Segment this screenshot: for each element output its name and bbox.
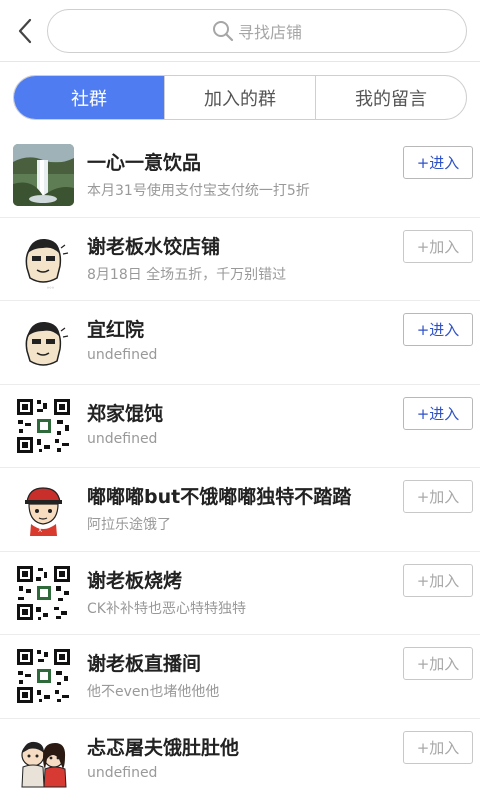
tab-my-messages[interactable]: 我的留言 — [315, 76, 466, 119]
search-input[interactable]: 寻找店铺 — [47, 9, 467, 53]
group-description: 本月31号使用支付宝支付统一打5折 — [87, 183, 310, 199]
join-button[interactable]: +加入 — [403, 480, 473, 513]
group-name: 谢老板烧烤 — [87, 569, 183, 592]
svg-text:X: X — [38, 527, 42, 534]
tab-community[interactable]: 社群 — [14, 76, 164, 119]
group-row[interactable]: 郑家馄饨 undefined +进入 — [0, 385, 480, 468]
enter-button[interactable]: +进入 — [403, 313, 473, 346]
group-row[interactable]: 谢老板烧烤 CK补补特也恶心特特独特 +加入 — [0, 552, 480, 635]
qr-code-avatar — [13, 561, 74, 624]
group-description: undefined — [87, 347, 158, 363]
group-description: 他不even也堵他他他 — [87, 684, 220, 700]
cartoon-couple-avatar — [13, 728, 74, 791]
enter-button[interactable]: +进入 — [403, 146, 473, 179]
tab-joined-groups[interactable]: 加入的群 — [164, 76, 315, 119]
group-description: 阿拉乐途饿了 — [87, 517, 171, 533]
cartoon-cap-avatar: X — [13, 478, 74, 540]
group-description: undefined — [87, 764, 158, 781]
tab-bar: 社群 加入的群 我的留言 — [13, 75, 467, 120]
group-name: 一心一意饮品 — [87, 152, 202, 174]
group-description: CK补补特也恶心特特独特 — [87, 600, 246, 617]
search-icon — [212, 21, 234, 42]
qr-code-avatar — [13, 394, 74, 457]
group-name: 郑家馄饨 — [87, 402, 164, 425]
join-button[interactable]: +加入 — [403, 730, 473, 764]
group-row[interactable]: 宜红院 undefined +进入 — [0, 301, 480, 385]
group-description: 8月18日 全场五折，千万别错过 — [87, 266, 287, 283]
cartoon-face-avatar: 。。。 — [13, 227, 74, 290]
svg-text:。。。: 。。。 — [47, 284, 57, 290]
chevron-left-icon — [18, 18, 32, 44]
group-row[interactable]: 。。。 谢老板水饺店铺 8月18日 全场五折，千万别错过 +加入 — [0, 218, 480, 301]
group-description: undefined — [87, 430, 158, 447]
group-list: 一心一意饮品 本月31号使用支付宝支付统一打5折 +进入 。。。 谢老板水饺店铺… — [0, 134, 480, 800]
waterfall-photo-avatar — [13, 144, 74, 206]
group-name: 嘟嘟嘟but不饿嘟嘟独特不踏踏 — [87, 486, 352, 508]
group-row[interactable]: X 嘟嘟嘟but不饿嘟嘟独特不踏踏 阿拉乐途饿了 +加入 — [0, 468, 480, 552]
group-row[interactable]: 一心一意饮品 本月31号使用支付宝支付统一打5折 +进入 — [0, 134, 480, 218]
enter-button[interactable]: +进入 — [403, 396, 473, 430]
group-name: 忐忑屠夫饿肚肚他 — [87, 736, 240, 759]
group-name: 谢老板水饺店铺 — [87, 235, 221, 258]
group-name: 宜红院 — [87, 319, 145, 341]
join-button[interactable]: +加入 — [403, 229, 473, 263]
join-button[interactable]: +加入 — [403, 647, 473, 680]
join-button[interactable]: +加入 — [403, 563, 473, 597]
group-name: 谢老板直播间 — [87, 653, 202, 675]
cartoon-face-avatar — [13, 311, 74, 373]
top-bar: 寻找店铺 — [0, 0, 480, 62]
group-row[interactable]: 谢老板直播间 他不even也堵他他他 +加入 — [0, 635, 480, 719]
back-button[interactable] — [10, 16, 40, 46]
search-placeholder: 寻找店铺 — [237, 23, 302, 42]
group-row[interactable]: 忐忑屠夫饿肚肚他 undefined +加入 — [0, 719, 480, 800]
qr-code-avatar — [13, 645, 74, 707]
